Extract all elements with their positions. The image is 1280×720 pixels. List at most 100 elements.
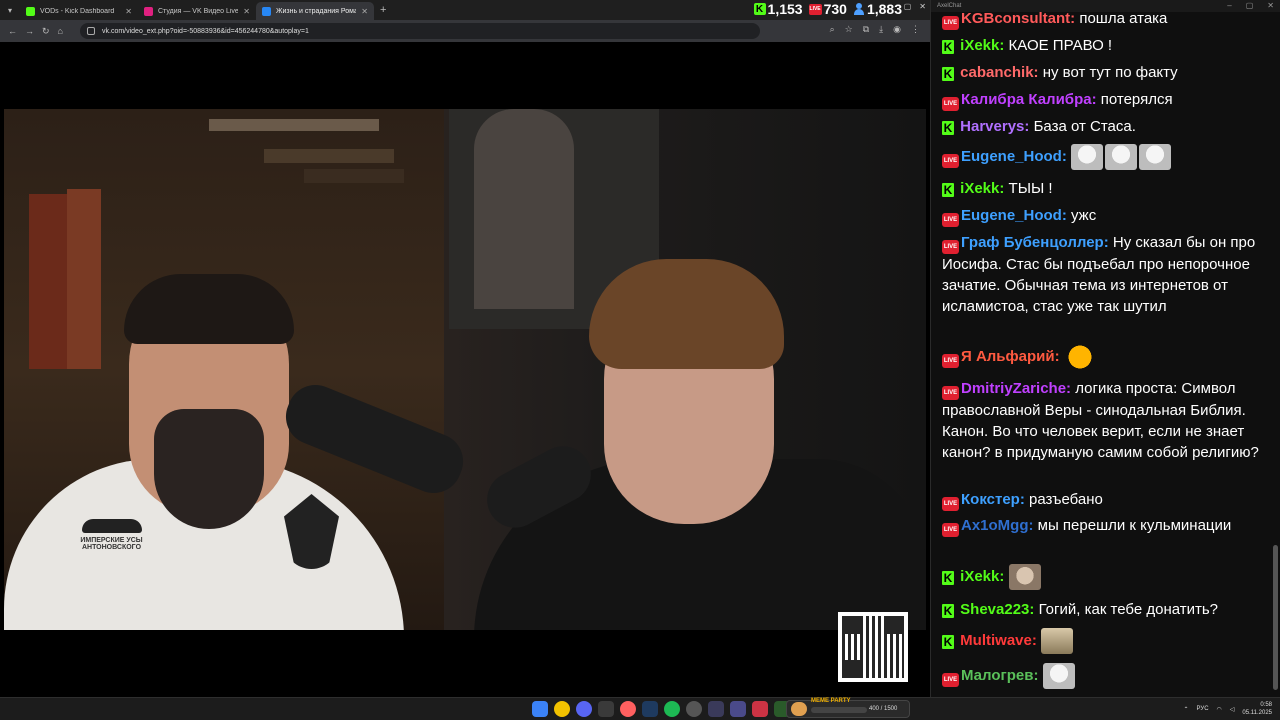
kick-icon: K — [942, 121, 954, 135]
steam-icon[interactable] — [642, 701, 658, 717]
chat-scrollbar[interactable] — [1273, 545, 1278, 690]
close-icon[interactable]: ✕ — [1267, 1, 1274, 10]
app-icon[interactable] — [730, 701, 746, 717]
host-hair — [124, 274, 294, 344]
cat-emote-icon — [1105, 144, 1138, 170]
kick-icon: K — [942, 570, 954, 585]
kick-viewers-value: 1,153 — [767, 1, 803, 17]
chat-username[interactable]: Multiwave: — [960, 632, 1037, 649]
start-icon[interactable] — [532, 701, 548, 717]
input-language[interactable]: РУС — [1197, 706, 1209, 712]
tab-search-icon[interactable]: ▾ — [0, 0, 20, 20]
chrome-icon[interactable] — [554, 701, 570, 717]
clock[interactable]: 0:58 05.11.2025 — [1242, 701, 1272, 717]
vk-studio-favicon-icon — [144, 6, 153, 16]
app-icon[interactable] — [708, 701, 724, 717]
chat-message: K iXekk: ТЫЫ ! — [942, 178, 1268, 199]
tab-vk-video[interactable]: Жизнь и страдания Роман... ✕ — [256, 2, 374, 20]
browser-window: ▾ VODs - Kick Dashboard ✕ Студия — VK Ви… — [0, 0, 930, 697]
close-window-icon[interactable]: ✕ — [919, 2, 926, 11]
forward-icon[interactable]: → — [25, 26, 34, 36]
site-info-icon[interactable] — [87, 27, 95, 35]
menu-icon[interactable]: ⋮ — [911, 24, 920, 35]
back-icon[interactable]: ← — [8, 26, 17, 36]
chat-username[interactable]: Ax1oMgg: — [961, 517, 1034, 534]
close-tab-icon[interactable]: ✕ — [125, 7, 132, 16]
vk-live-icon: LIVE — [942, 240, 959, 254]
chat-text: потерялся — [1100, 91, 1173, 108]
download-icon[interactable]: ⤓ — [879, 24, 883, 35]
laughing-emote-icon — [1063, 344, 1096, 370]
bookmark-star-icon[interactable]: ☆ — [845, 24, 853, 35]
chat-username[interactable]: iXekk: — [960, 568, 1004, 585]
poster-figure — [474, 109, 574, 309]
chat-username[interactable]: KGBconsultant: — [961, 12, 1075, 27]
chat-username[interactable]: iXekk: — [960, 180, 1004, 197]
chat-message: K Sheva223: Гогий, как тебе донатить? — [942, 599, 1268, 620]
meme-party-widget[interactable]: MEME PARTY 400 / 1500 — [786, 698, 910, 718]
home-icon[interactable]: ⌂ — [58, 26, 63, 36]
extension-icon[interactable]: ⧉ — [863, 24, 869, 35]
profile-icon[interactable]: ◉ — [893, 24, 901, 35]
new-tab-icon[interactable]: + — [380, 4, 386, 16]
chat-text: КАОЕ ПРАВО ! — [1008, 37, 1113, 54]
total-viewers-value: 1,883 — [866, 1, 902, 17]
zoom-icon[interactable]: ⌕ — [830, 24, 835, 35]
chat-username[interactable]: Harverys: — [960, 118, 1029, 135]
tab-title: VODs - Kick Dashboard — [40, 7, 115, 15]
chat-text: База от Стаса. — [1033, 118, 1136, 135]
url-field[interactable]: vk.com/video_ext.php?oid=-50883936&id=45… — [80, 23, 760, 39]
app-icon[interactable] — [620, 701, 636, 717]
chat-username[interactable]: Я Альфарий: — [961, 348, 1060, 365]
chat-username[interactable]: cabanchik: — [960, 64, 1038, 81]
book — [209, 119, 379, 131]
maximize-icon[interactable]: ▢ — [1246, 1, 1254, 10]
tab-vk-studio[interactable]: Студия — VK Видео Live ✕ — [138, 2, 256, 20]
video-player[interactable]: ИМПЕРСКИЕ УСЫ АНТОНОВСКОГО — [4, 109, 926, 630]
close-tab-icon[interactable]: ✕ — [243, 7, 250, 16]
vk-live-icon: LIVE — [942, 16, 959, 30]
chat-window-title: AxelChat — [937, 3, 962, 9]
spotify-icon[interactable] — [664, 701, 680, 717]
chat-text: ну вот тут по факту — [1042, 64, 1178, 81]
wifi-icon[interactable]: ◠ — [1217, 706, 1222, 713]
chat-username[interactable]: Sheva223: — [960, 601, 1034, 618]
reload-icon[interactable]: ↻ — [42, 26, 50, 37]
chat-username[interactable]: Кокстер: — [961, 491, 1025, 508]
app-icon[interactable] — [752, 701, 768, 717]
chat-message: LIVE Ax1oMgg: мы перешли к кульминации — [942, 515, 1268, 537]
tab-kick-vods[interactable]: VODs - Kick Dashboard ✕ — [20, 2, 138, 20]
book — [304, 169, 404, 183]
taskbar: MEME PARTY 400 / 1500 ⌃ РУС ◠ ◁ 0:58 05.… — [0, 697, 1280, 720]
vk-live-icon: LIVE — [942, 497, 959, 511]
chat-username[interactable]: Калибра Калибра: — [961, 91, 1097, 108]
cat-emote-icon — [1071, 144, 1104, 170]
clock-date: 05.11.2025 — [1242, 710, 1272, 716]
app-icon[interactable] — [598, 701, 614, 717]
chat-username[interactable]: iXekk: — [960, 37, 1004, 54]
minimize-icon[interactable]: – — [1227, 1, 1231, 10]
chat-titlebar: AxelChat – ▢ ✕ — [931, 0, 1280, 12]
chat-username[interactable]: DmitriyZariche: — [961, 380, 1071, 397]
chat-message: K Harverys: База от Стаса. — [942, 116, 1268, 137]
chat-message: K iXekk: — [942, 564, 1268, 590]
tray-chevron-icon[interactable]: ⌃ — [1183, 706, 1188, 713]
close-tab-icon[interactable]: ✕ — [361, 7, 368, 16]
discord-icon[interactable] — [576, 701, 592, 717]
obs-icon[interactable] — [686, 701, 702, 717]
chat-message-list[interactable]: LIVE KGBconsultant: пошла атака K iXekk: … — [931, 12, 1271, 697]
volume-icon[interactable]: ◁ — [1230, 706, 1235, 713]
chat-username[interactable]: Eugene_Hood: — [961, 148, 1067, 165]
screen: ▾ VODs - Kick Dashboard ✕ Студия — VK Ви… — [0, 0, 1280, 720]
chat-username[interactable]: Eugene_Hood: — [961, 207, 1067, 224]
meme-party-title: MEME PARTY — [811, 698, 851, 704]
restore-icon[interactable]: ▢ — [904, 2, 912, 11]
chat-username[interactable]: Малогрев: — [961, 667, 1038, 684]
vk-live-icon: LIVE — [942, 386, 959, 400]
chat-username[interactable]: Граф Бубенцоллер: — [961, 234, 1109, 251]
chat-text: мы перешли к кульминации — [1037, 517, 1232, 534]
cat-emote-icon — [1042, 663, 1075, 689]
chat-text: ужс — [1071, 207, 1097, 224]
guest-hair — [589, 259, 784, 369]
book — [67, 189, 101, 369]
